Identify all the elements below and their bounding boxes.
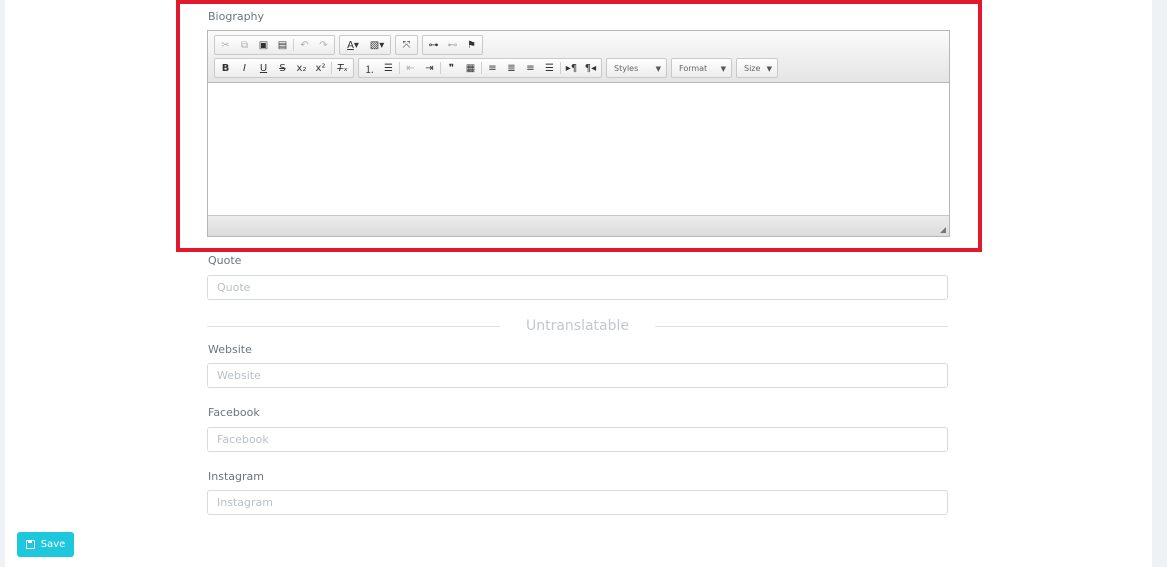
website-label: Website xyxy=(208,343,252,356)
justify-icon[interactable]: ☰ xyxy=(540,59,559,77)
blockquote-icon[interactable]: ❞ xyxy=(442,59,461,77)
floppy-disk-icon xyxy=(25,540,35,549)
biography-label: Biography xyxy=(208,10,265,23)
subscript-icon[interactable]: x₂ xyxy=(292,59,311,77)
align-center-icon[interactable]: ≣ xyxy=(502,59,521,77)
redo-icon[interactable]: ↷ xyxy=(314,36,333,54)
undo-icon[interactable]: ↶ xyxy=(295,36,314,54)
size-dropdown[interactable]: Size ▼ xyxy=(736,58,778,78)
align-left-icon[interactable]: ≡ xyxy=(483,59,502,77)
italic-icon[interactable]: I xyxy=(235,59,254,77)
save-button-label: Save xyxy=(40,539,66,550)
save-button[interactable]: Save xyxy=(17,532,74,557)
remove-format-icon[interactable]: T̶ₓ xyxy=(333,59,352,77)
cut-icon[interactable]: ✂ xyxy=(216,36,235,54)
background-color-icon[interactable]: ▧▾ xyxy=(365,36,389,54)
copy-icon[interactable]: ⧉ xyxy=(235,36,254,54)
website-input[interactable] xyxy=(207,363,948,388)
instagram-label: Instagram xyxy=(208,470,264,483)
size-dropdown-label: Size xyxy=(744,63,761,73)
paste-icon[interactable]: ▣ xyxy=(254,36,273,54)
link-icon[interactable]: ⊶ xyxy=(424,36,443,54)
clipboard-group: ✂ ⧉ ▣ ▤ ↶ ↷ xyxy=(214,35,335,55)
chevron-down-icon: ▼ xyxy=(720,65,726,73)
bold-icon[interactable]: B xyxy=(216,59,235,77)
chevron-down-icon: ▼ xyxy=(655,65,661,73)
paste-text-icon[interactable]: ▤ xyxy=(273,36,292,54)
ltr-direction-icon[interactable]: ▸¶ xyxy=(562,59,581,77)
divider-line-left xyxy=(207,326,512,327)
superscript-icon[interactable]: x² xyxy=(311,59,330,77)
maximize-icon[interactable]: ⤧ xyxy=(397,36,416,54)
unlink-icon[interactable]: ⊷ xyxy=(443,36,462,54)
underline-icon[interactable]: U xyxy=(254,59,273,77)
strikethrough-icon[interactable]: S xyxy=(273,59,292,77)
chevron-down-icon: ▼ xyxy=(766,65,772,73)
facebook-input[interactable] xyxy=(207,427,948,452)
text-color-icon[interactable]: A ▾ xyxy=(341,36,365,54)
color-group: A ▾ ▧▾ xyxy=(339,35,391,55)
anchor-flag-icon[interactable]: ⚑ xyxy=(462,36,481,54)
quote-label: Quote xyxy=(208,254,242,267)
align-right-icon[interactable]: ≡ xyxy=(521,59,540,77)
maximize-group: ⤧ xyxy=(395,35,418,55)
biography-rich-text-editor[interactable]: ✂ ⧉ ▣ ▤ ↶ ↷ A ▾ ▧▾ ⤧ ⊶ ⊷ ⚑ B I U S x₂ x²… xyxy=(207,30,950,237)
styles-dropdown[interactable]: Styles ▼ xyxy=(606,58,667,78)
editor-status-bar xyxy=(208,215,949,236)
untranslatable-section-heading: Untranslatable xyxy=(500,318,655,334)
instagram-input[interactable] xyxy=(207,490,948,515)
numbered-list-icon[interactable]: ⒈ xyxy=(360,59,379,77)
resize-grip-icon[interactable] xyxy=(940,227,946,233)
outdent-icon[interactable]: ⇤ xyxy=(401,59,420,77)
styles-dropdown-label: Styles xyxy=(614,63,639,73)
rtl-direction-icon[interactable]: ¶◂ xyxy=(581,59,600,77)
editor-content-area[interactable] xyxy=(208,83,949,216)
basic-styles-group: B I U S x₂ x² T̶ₓ xyxy=(214,58,354,78)
div-container-icon[interactable]: ▦ xyxy=(461,59,480,77)
format-dropdown-label: Format xyxy=(679,63,708,73)
link-group: ⊶ ⊷ ⚑ xyxy=(422,35,483,55)
editor-toolbar: ✂ ⧉ ▣ ▤ ↶ ↷ A ▾ ▧▾ ⤧ ⊶ ⊷ ⚑ B I U S x₂ x²… xyxy=(208,31,949,83)
paragraph-group: ⒈ ☰ ⇤ ⇥ ❞ ▦ ≡ ≣ ≡ ☰ ▸¶ ¶◂ xyxy=(358,58,602,78)
indent-icon[interactable]: ⇥ xyxy=(420,59,439,77)
divider-line-right xyxy=(643,326,948,327)
format-dropdown[interactable]: Format ▼ xyxy=(671,58,732,78)
quote-input[interactable] xyxy=(207,275,948,300)
facebook-label: Facebook xyxy=(208,406,260,419)
bulleted-list-icon[interactable]: ☰ xyxy=(379,59,398,77)
